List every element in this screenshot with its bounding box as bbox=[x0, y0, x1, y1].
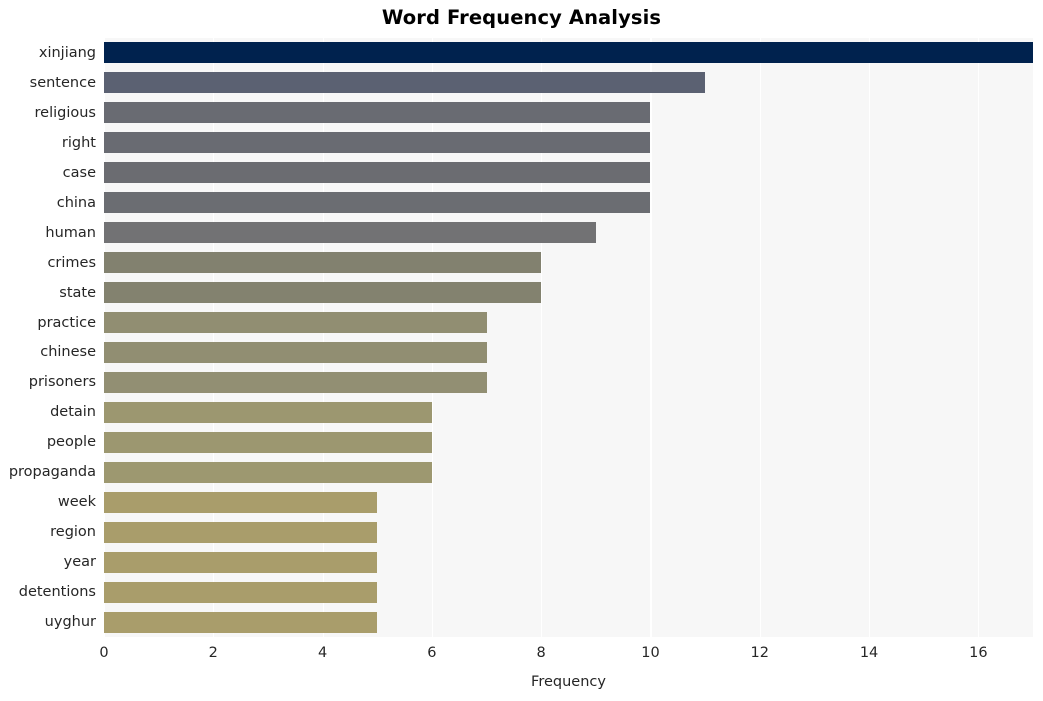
page-title: Word Frequency Analysis bbox=[381, 6, 662, 29]
bar-state bbox=[104, 282, 542, 304]
bar-people bbox=[104, 431, 432, 453]
y-axis: xinjiang sentence religious right case china h… bbox=[0, 38, 96, 637]
bar-xinjiang bbox=[104, 42, 1033, 64]
bar-practice bbox=[104, 312, 487, 334]
bar-year bbox=[104, 551, 378, 573]
bar-sentence bbox=[104, 72, 706, 94]
bar-human bbox=[104, 222, 596, 244]
plot-area bbox=[104, 38, 1033, 637]
y-tick-label-prisoners: prisoners bbox=[28, 374, 96, 391]
x-tick-label-12: 12 bbox=[750, 645, 769, 661]
y-tick-label-chinese: chinese bbox=[40, 344, 96, 361]
figure-canvas: Word Frequency Analysis xinjiang sentence… bbox=[0, 0, 1043, 701]
y-tick-label-state: state bbox=[59, 284, 96, 301]
y-tick-label-china: china bbox=[56, 194, 96, 211]
y-tick-label-uyghur: uyghur bbox=[44, 614, 96, 631]
bar-crimes bbox=[104, 252, 542, 274]
y-tick-label-detain: detain bbox=[50, 404, 96, 421]
y-tick-label-sentence: sentence bbox=[29, 74, 96, 91]
x-axis: 0 2 4 6 8 10 12 14 16 bbox=[0, 645, 1043, 667]
x-tick-label-14: 14 bbox=[859, 645, 879, 661]
bar-detentions bbox=[104, 581, 378, 603]
bar-week bbox=[104, 491, 378, 513]
bar-chinese bbox=[104, 341, 487, 363]
y-tick-label-region: region bbox=[50, 524, 96, 541]
x-tick-label-8: 8 bbox=[536, 645, 546, 661]
y-tick-label-case: case bbox=[62, 164, 96, 181]
x-tick-label-10: 10 bbox=[641, 645, 660, 661]
x-axis-title: Frequency bbox=[531, 674, 606, 690]
y-tick-label-week: week bbox=[57, 494, 96, 511]
bar-china bbox=[104, 192, 651, 214]
bar-prisoners bbox=[104, 371, 487, 393]
x-tick-label-0: 0 bbox=[99, 645, 109, 661]
bars-container bbox=[104, 38, 1033, 637]
y-tick-label-detentions: detentions bbox=[18, 584, 96, 601]
bar-case bbox=[104, 162, 651, 184]
y-tick-label-propaganda: propaganda bbox=[8, 464, 96, 481]
y-tick-label-year: year bbox=[63, 554, 96, 571]
y-tick-label-right: right bbox=[61, 134, 96, 151]
bar-uyghur bbox=[104, 611, 378, 633]
bar-detain bbox=[104, 401, 432, 423]
y-tick-label-people: people bbox=[46, 434, 96, 451]
y-tick-label-crimes: crimes bbox=[47, 254, 96, 271]
bar-propaganda bbox=[104, 461, 432, 483]
bar-right bbox=[104, 132, 651, 154]
x-tick-label-4: 4 bbox=[317, 645, 328, 661]
x-tick-label-2: 2 bbox=[208, 645, 218, 661]
y-tick-label-practice: practice bbox=[37, 314, 96, 331]
x-tick-label-16: 16 bbox=[969, 645, 988, 661]
y-tick-label-religious: religious bbox=[34, 104, 96, 121]
bar-religious bbox=[104, 102, 651, 124]
y-tick-label-xinjiang: xinjiang bbox=[38, 44, 96, 61]
y-tick-label-human: human bbox=[45, 224, 96, 241]
bar-region bbox=[104, 521, 378, 543]
x-tick-label-6: 6 bbox=[427, 645, 437, 661]
